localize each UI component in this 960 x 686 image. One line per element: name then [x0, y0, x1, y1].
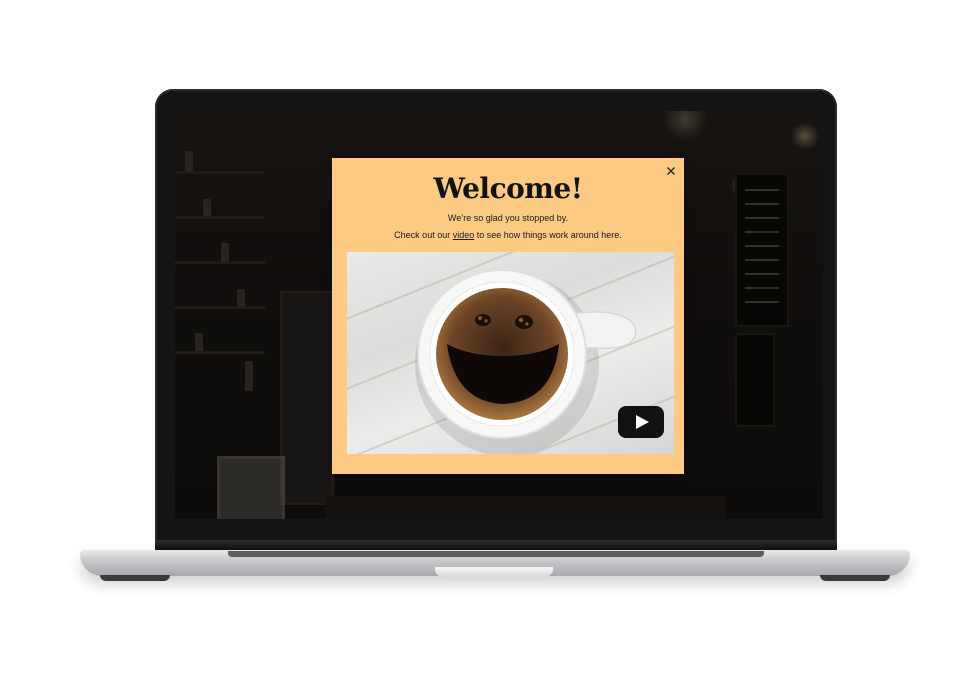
laptop-lip-notch: [435, 567, 553, 577]
play-button[interactable]: [618, 406, 664, 438]
laptop-hinge: [155, 540, 837, 550]
popup-title: Welcome!: [433, 172, 583, 205]
laptop-foot: [100, 575, 170, 581]
keyboard-edge: [228, 551, 764, 557]
laptop-foot: [820, 575, 890, 581]
video-thumbnail[interactable]: [347, 252, 674, 454]
cta-suffix: to see how things work around here.: [474, 230, 622, 240]
popup-subtitle: We’re so glad you stopped by.: [447, 213, 569, 223]
cta-prefix: Check out our: [394, 230, 453, 240]
laptop-screen: Welcome! We’re so glad you stopped by. C…: [175, 111, 823, 519]
play-icon: [618, 406, 664, 438]
welcome-popup: Welcome! We’re so glad you stopped by. C…: [332, 158, 684, 474]
popup-cta-text: Check out our video to see how things wo…: [332, 230, 684, 240]
video-link[interactable]: video: [453, 230, 475, 240]
laptop-mockup-stage: Welcome! We’re so glad you stopped by. C…: [0, 0, 960, 686]
